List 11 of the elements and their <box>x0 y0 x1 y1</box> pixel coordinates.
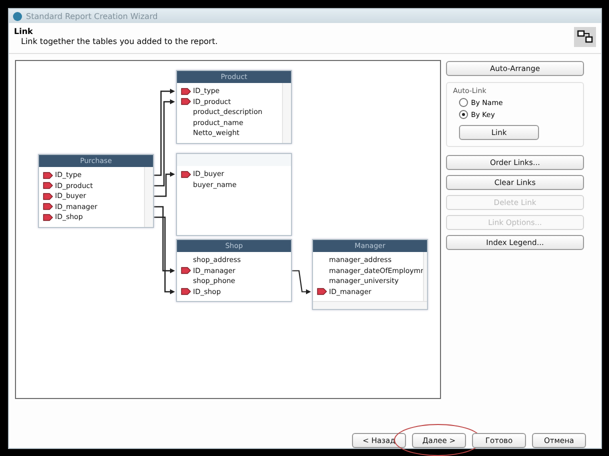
radio-button[interactable] <box>459 98 468 107</box>
scrollbar[interactable] <box>144 167 153 226</box>
linked-tables-icon <box>574 27 596 47</box>
scrollbar[interactable] <box>313 301 427 309</box>
scrollbar[interactable] <box>282 83 291 142</box>
app-icon <box>13 12 22 20</box>
radio-button[interactable] <box>459 110 468 119</box>
scrollbar[interactable] <box>423 252 427 301</box>
window-title: Standard Report Creation Wizard <box>26 12 158 20</box>
page-subtitle: Link together the tables you added to the report. <box>20 37 218 46</box>
page-title: Link <box>14 27 34 36</box>
